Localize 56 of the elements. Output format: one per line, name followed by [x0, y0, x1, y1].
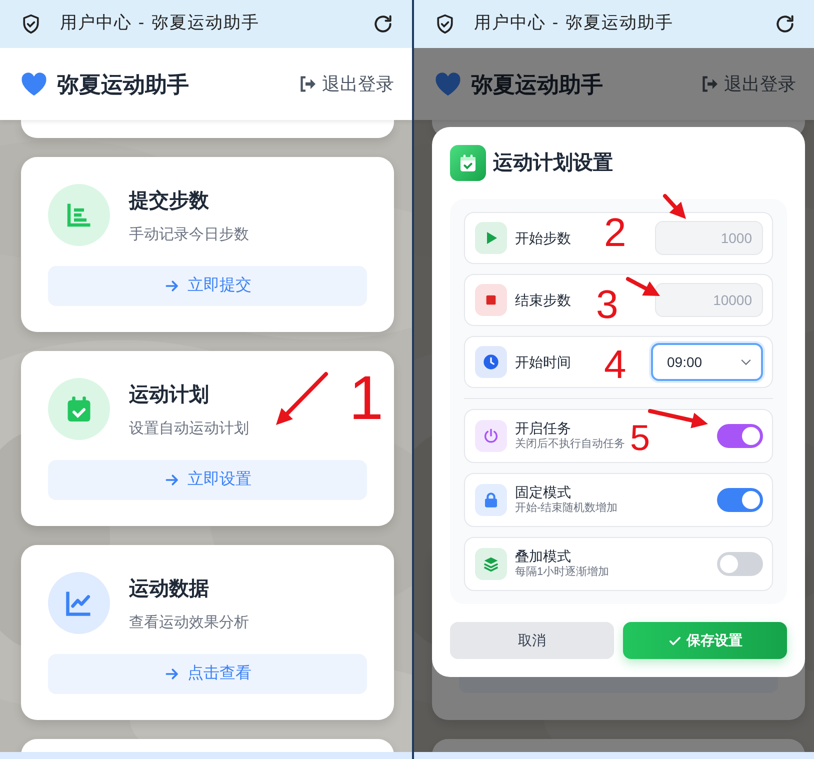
toggle-switch[interactable]: [717, 552, 763, 576]
refresh-icon: [774, 13, 796, 35]
setting-hint: 每隔1小时逐渐增加: [515, 565, 610, 580]
toggle-switch[interactable]: [717, 424, 763, 448]
annotation-arrow: [626, 277, 660, 296]
refresh-button[interactable]: [372, 13, 394, 35]
annotation-arrow: [663, 194, 686, 219]
logout-button[interactable]: 退出登录: [298, 70, 394, 98]
save-button[interactable]: 保存设置: [623, 622, 787, 659]
annotation-number: 4: [604, 345, 626, 385]
number-field[interactable]: 1000: [655, 221, 763, 255]
heart-icon: [20, 71, 48, 97]
setting-label: 开始时间: [515, 352, 571, 372]
toggle-switch[interactable]: [717, 488, 763, 512]
card-subtitle: 手动记录今日步数: [129, 225, 249, 245]
setting-label: 固定模式: [515, 484, 571, 502]
action-button[interactable]: 立即提交: [48, 266, 367, 306]
refresh-icon: [372, 13, 394, 35]
card-title: 运动计划: [129, 383, 210, 408]
window-title: 用户中心 - 弥夏运动助手: [60, 12, 261, 36]
refresh-button[interactable]: [774, 13, 796, 35]
setting-label: 开始步数: [515, 228, 571, 248]
number-field[interactable]: 10000: [655, 283, 763, 317]
arrow-right-icon: [164, 472, 180, 488]
action-button[interactable]: 点击查看: [48, 654, 367, 694]
window-title: 用户中心 - 弥夏运动助手: [474, 12, 675, 36]
heart-icon: [434, 71, 462, 97]
annotation-number: 1: [349, 368, 384, 430]
logout-icon: [298, 74, 318, 94]
annotation-arrow: [276, 372, 328, 425]
calendar-check-icon: [450, 145, 486, 181]
annotation-number: 3: [596, 285, 618, 325]
annotation-arrow: [648, 409, 708, 428]
card-title: 运动数据: [129, 577, 210, 602]
annotation-number: 5: [630, 420, 650, 456]
shield-check-icon: [20, 13, 42, 35]
shield-check-icon: [434, 13, 456, 35]
cancel-button[interactable]: 取消: [450, 622, 614, 659]
arrow-right-icon: [164, 666, 180, 682]
logout-button[interactable]: 退出登录: [700, 70, 796, 98]
setting-label: 结束步数: [515, 290, 571, 310]
app-title: 弥夏运动助手: [471, 70, 604, 98]
setting-label: 叠加模式: [515, 548, 571, 566]
time-select[interactable]: 09:00: [651, 343, 763, 381]
arrow-right-icon: [164, 278, 180, 294]
card-subtitle: 查看运动效果分析: [129, 613, 249, 633]
setting-hint: 关闭后不执行自动任务: [515, 437, 625, 452]
annotation-number: 2: [604, 213, 626, 253]
setting-hint: 开始-结束随机数增加: [515, 501, 618, 516]
setting-label: 开启任务: [515, 420, 571, 438]
action-button[interactable]: 立即设置: [48, 460, 367, 500]
app-title: 弥夏运动助手: [57, 70, 190, 98]
dialog-title: 运动计划设置: [493, 151, 613, 176]
card-subtitle: 设置自动运动计划: [129, 419, 249, 439]
card-title: 提交步数: [129, 188, 210, 214]
logout-icon: [700, 74, 720, 94]
